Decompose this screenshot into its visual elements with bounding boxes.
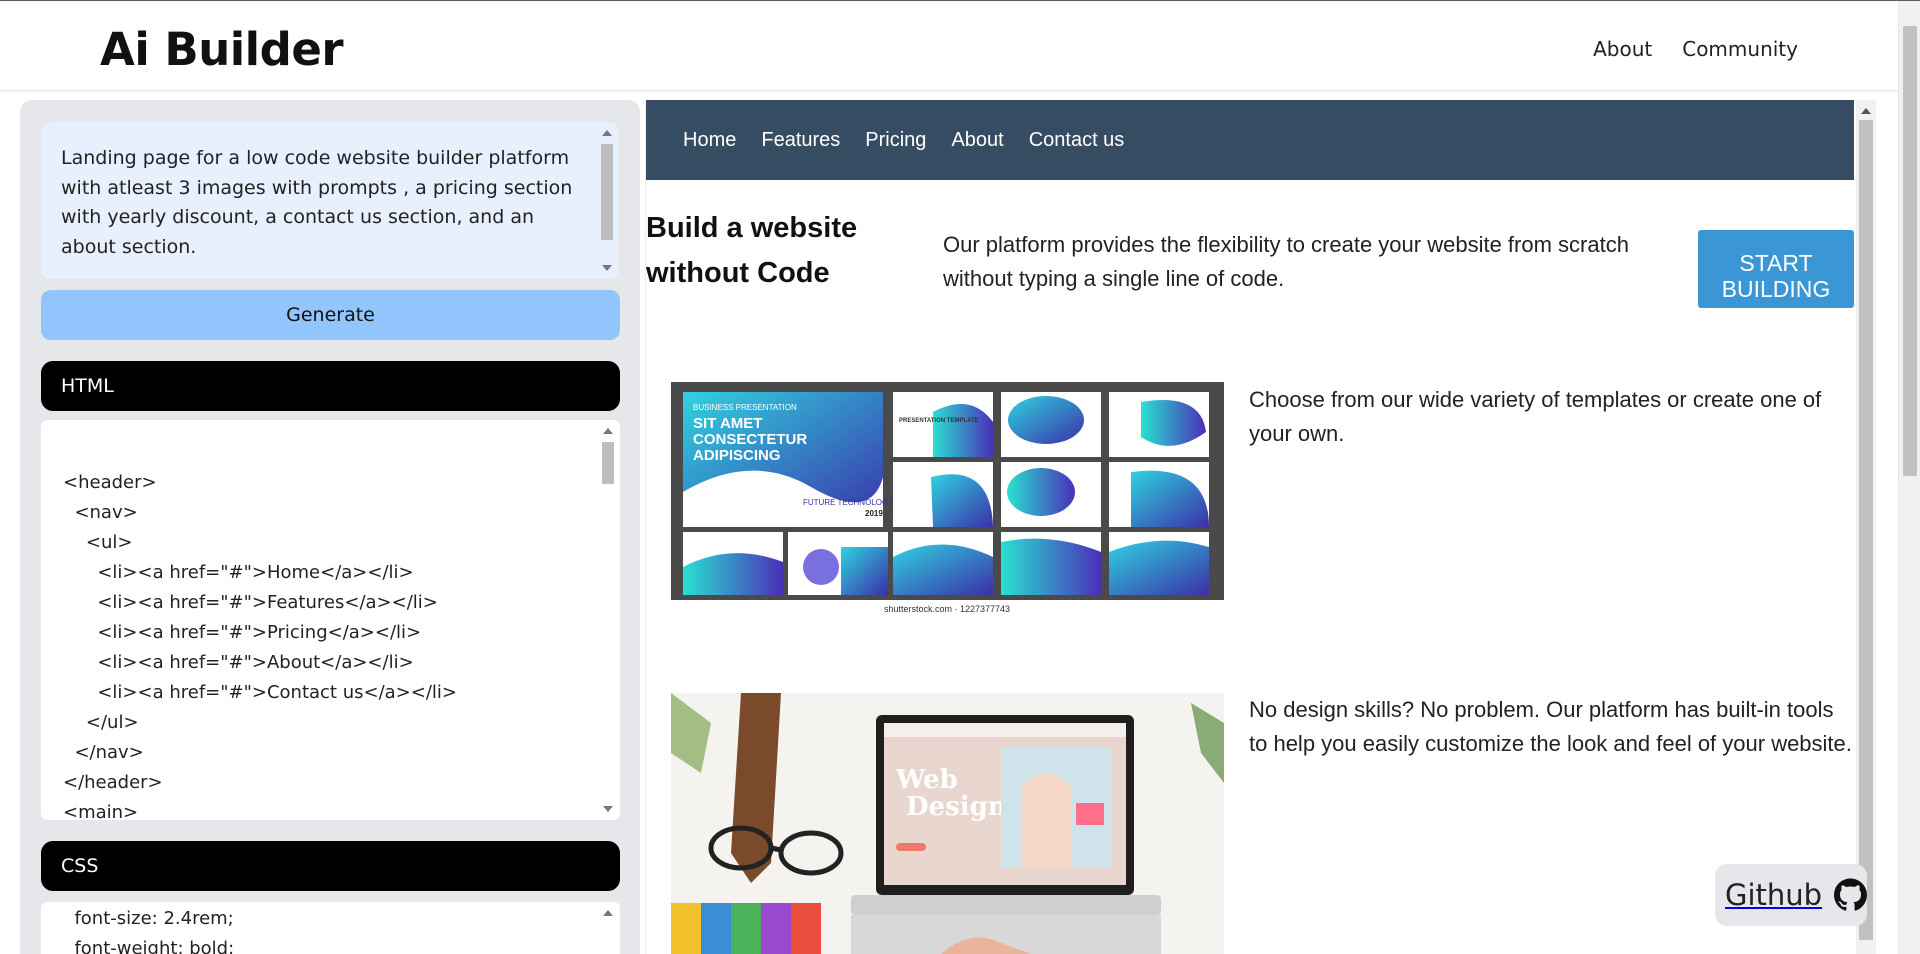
collage-headline-line: CONSECTETUR [693,431,807,448]
css-code-scrollbar[interactable] [600,908,616,938]
collage-subtitle: FUTURE TECHNOLOGY [803,498,894,507]
editor-panel: Landing page for a low code website buil… [20,100,640,954]
hero-description: Our platform provides the flexibility to… [943,232,1629,291]
prompt-textarea[interactable]: Landing page for a low code website buil… [41,122,619,279]
code-line: <li><a href="#">Features</a></li> [63,592,438,613]
scroll-down-arrow-icon[interactable] [602,265,612,271]
tile-label: PRESENTATION TEMPLATE [899,418,979,424]
scroll-up-arrow-icon[interactable] [603,428,613,434]
code-line: <nav> [63,502,138,523]
scroll-up-arrow-icon[interactable] [603,910,613,916]
nav-community-link[interactable]: Community [1682,37,1798,61]
scroll-up-arrow-icon[interactable] [602,130,612,136]
html-panel-header: HTML [41,361,620,411]
github-label: Github [1725,878,1823,912]
window-scrollbar[interactable] [1898,1,1920,954]
code-line: <li><a href="#">Home</a></li> [63,562,414,583]
code-line: </header> [63,772,163,793]
preview-scrollbar[interactable] [1856,100,1876,954]
css-code-lines[interactable]: font-size: 2.4rem; font-weight: bold; [41,902,620,954]
nav-about-link[interactable]: About [1593,37,1652,61]
preview-frame[interactable]: Home Features Pricing About Contact us B… [645,100,1879,954]
app-header: Ai Builder About Community [0,1,1898,91]
design-tools-image: Web Design [671,693,1224,954]
code-line: <li><a href="#">About</a></li> [63,652,414,673]
github-button[interactable]: Github [1715,864,1867,926]
code-line: </nav> [63,742,144,763]
preview-nav-contact[interactable]: Contact us [1029,129,1125,152]
preview-scroll-thumb[interactable] [1859,120,1873,940]
code-line: <li><a href="#">Pricing</a></li> [63,622,422,643]
screen-title-word: Web [895,765,958,795]
feature-design-tools-text: No design skills? No problem. Our platfo… [1249,697,1852,756]
preview-nav-features[interactable]: Features [761,129,840,152]
css-panel-header: CSS [41,841,620,891]
code-line: font-size: 2.4rem; [63,908,234,929]
window-scrollbar-thumb[interactable] [1903,26,1917,476]
html-code-editor[interactable]: <header> <nav> <ul> <li><a href="#">Home… [41,420,620,820]
start-building-button[interactable]: START BUILDING [1698,230,1854,308]
collage-headline-line: ADIPISCING [693,447,781,464]
code-line: font-weight: bold; [63,938,235,954]
scroll-down-arrow-icon[interactable] [603,806,613,812]
generate-button[interactable]: Generate [41,290,620,340]
prompt-scrollbar[interactable] [599,128,615,273]
html-code-scrollbar[interactable] [600,426,616,814]
collage-watermark: shutterstock.com · 1227377743 [884,604,1010,614]
prompt-scroll-thumb[interactable] [601,144,613,240]
code-line: <main> [63,802,139,820]
prompt-text[interactable]: Landing page for a low code website buil… [41,122,619,262]
github-icon [1834,878,1867,911]
screen-title-word: Design [906,792,1007,822]
templates-collage-graphic: BUSINESS PRESENTATION SIT AMET CONSECTET… [671,382,1224,617]
collage-headline-line: SIT AMET [693,415,762,432]
collage-year: 2019 [865,509,883,518]
html-scroll-thumb[interactable] [602,442,614,484]
feature-templates-text: Choose from our wide variety of template… [1249,387,1822,446]
preview-nav: Home Features Pricing About Contact us [646,100,1854,180]
hero-title: Build a website without Code [646,212,858,289]
preview-nav-home[interactable]: Home [683,129,736,152]
scroll-up-arrow-icon[interactable] [1861,108,1871,114]
templates-image: BUSINESS PRESENTATION SIT AMET CONSECTET… [671,382,1224,617]
brand-logo[interactable]: Ai Builder [100,23,344,76]
top-nav: About Community [1593,37,1798,61]
laptop-web-design-graphic: Web Design [671,693,1224,954]
css-code-editor[interactable]: font-size: 2.4rem; font-weight: bold; [41,902,620,954]
code-line: </ul> [63,712,139,733]
preview-nav-about[interactable]: About [951,129,1003,152]
code-line: <ul> [63,532,133,553]
preview-nav-pricing[interactable]: Pricing [865,129,926,152]
code-line: <li><a href="#">Contact us</a></li> [63,682,457,703]
collage-kicker: BUSINESS PRESENTATION [693,403,797,412]
code-line: <header> [63,472,157,493]
html-code-lines[interactable]: <header> <nav> <ul> <li><a href="#">Home… [41,420,620,820]
